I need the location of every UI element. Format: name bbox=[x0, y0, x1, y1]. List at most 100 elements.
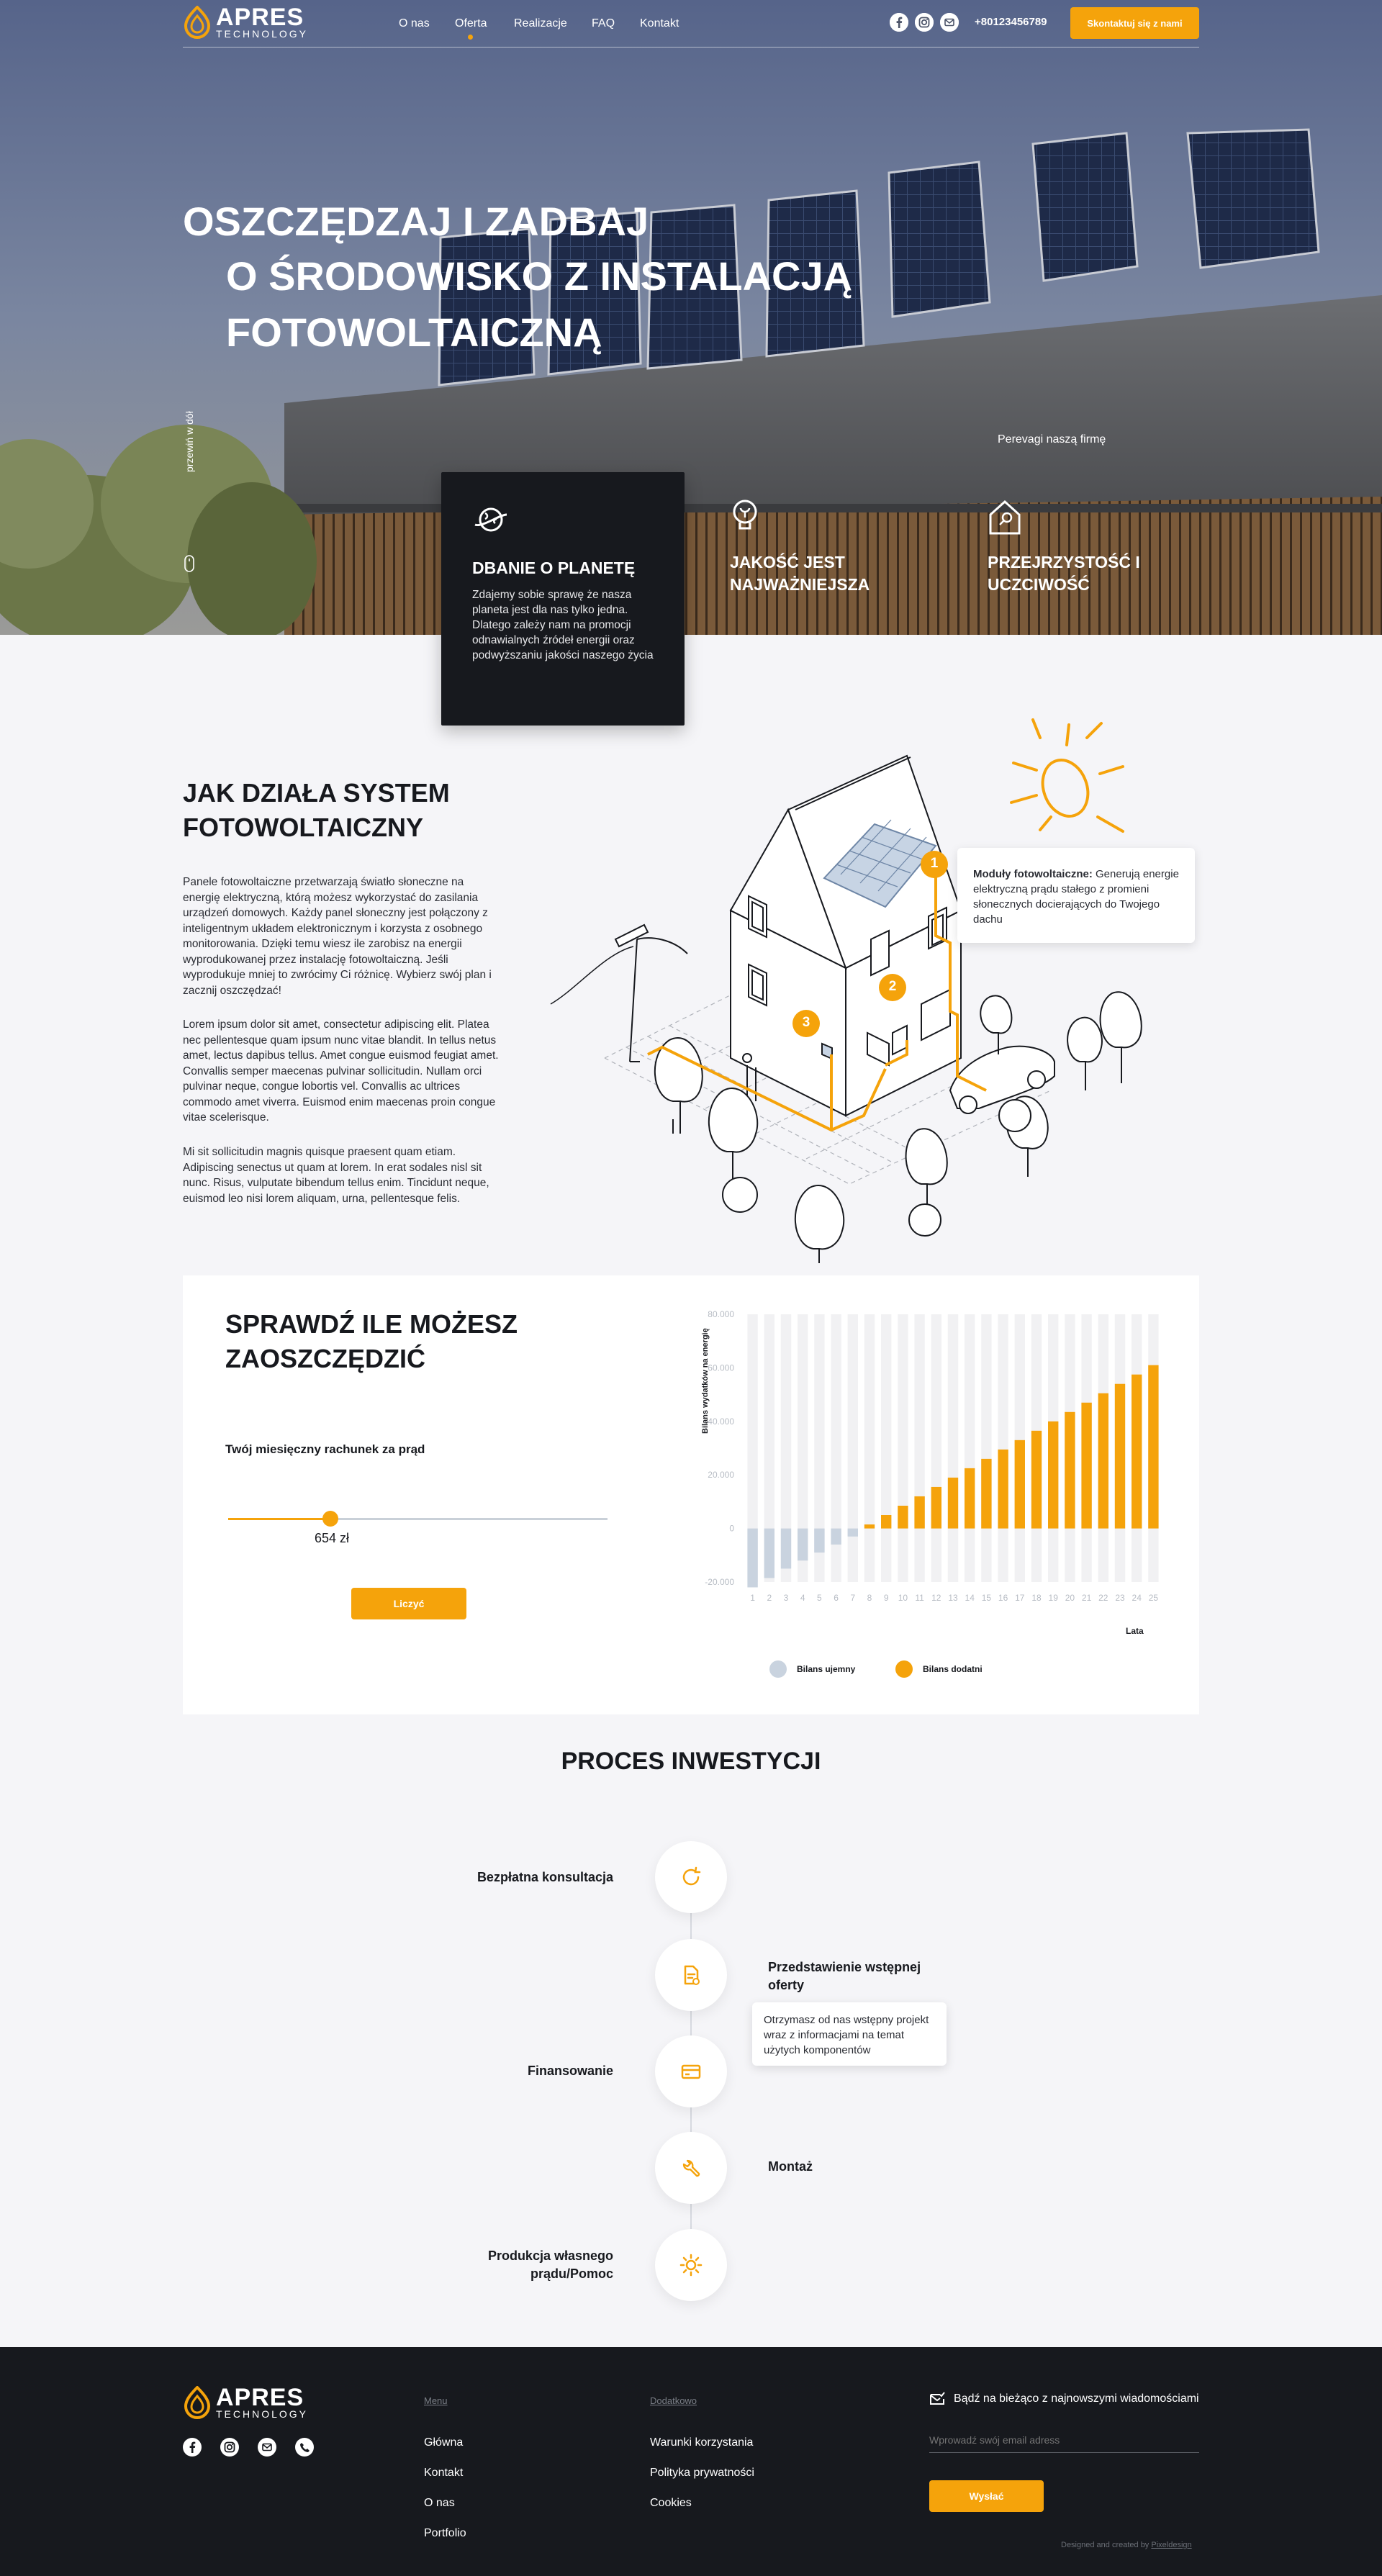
chart-bar bbox=[1114, 1383, 1126, 1529]
menu-item-kontakt[interactable]: Kontakt bbox=[640, 17, 679, 30]
hero-title-line-1: OSZCZĘDZAJ I ZADBAJ bbox=[183, 199, 649, 244]
feature-quality: JAKOŚĆ JEST NAJWAŻNIEJSZA bbox=[730, 499, 903, 596]
contact-button[interactable]: Skontaktuj się z nami bbox=[1070, 7, 1199, 39]
process-title: PROCES INWESTYCJI bbox=[561, 1748, 821, 1775]
instagram-icon[interactable] bbox=[220, 2438, 239, 2460]
menu-item-realizacje[interactable]: Realizacje bbox=[514, 17, 567, 30]
how-paragraph-1: Panele fotowoltaiczne przetwarzają świat… bbox=[183, 876, 492, 997]
step-offer-circle[interactable] bbox=[655, 1939, 727, 2011]
footer-link-kontakt[interactable]: Kontakt bbox=[424, 2467, 463, 2480]
email-icon[interactable] bbox=[940, 13, 959, 32]
chart-bar bbox=[1132, 1374, 1142, 1529]
y-tick-label: 40.000 bbox=[708, 1416, 734, 1427]
social-links bbox=[890, 13, 959, 32]
feature-transparency: PRZEJRZYSTOŚĆ I UCZCIWOŚĆ bbox=[988, 499, 1160, 596]
newsletter-email-input[interactable] bbox=[929, 2427, 1199, 2453]
footer-logo[interactable]: APRES TECHNOLOGY bbox=[183, 2384, 308, 2419]
logo[interactable]: APRES TECHNOLOGY bbox=[183, 4, 309, 40]
house-key-icon bbox=[989, 500, 1021, 535]
x-tick-label: 1 bbox=[750, 1593, 755, 1603]
step-consultation-circle[interactable] bbox=[655, 1841, 727, 1913]
x-tick-label: 12 bbox=[931, 1593, 941, 1603]
x-tick-label: 22 bbox=[1098, 1593, 1108, 1603]
how-title: JAK DZIAŁA SYSTEM FOTOWOLTAICZNY bbox=[183, 778, 450, 842]
chart-bar bbox=[764, 1528, 774, 1578]
bar-track bbox=[914, 1314, 925, 1582]
y-tick-label: 60.000 bbox=[708, 1362, 734, 1373]
x-tick-label: 2 bbox=[767, 1593, 772, 1603]
calculate-button[interactable]: Liczyć bbox=[351, 1588, 466, 1619]
marker-2[interactable]: 2 bbox=[888, 979, 898, 995]
step-finance-circle[interactable] bbox=[655, 2035, 727, 2107]
legend-positive: Bilans dodatni bbox=[895, 1660, 983, 1678]
bill-slider-thumb[interactable] bbox=[322, 1511, 339, 1527]
chart-bar bbox=[1048, 1421, 1059, 1529]
chart-bar bbox=[965, 1468, 975, 1529]
x-tick-label: 3 bbox=[784, 1593, 789, 1603]
module-tooltip: Moduły fotowoltaiczne: Generują energie … bbox=[957, 848, 1195, 943]
newsletter-send-button[interactable]: Wysłać bbox=[929, 2480, 1044, 2512]
chart-bar bbox=[931, 1486, 941, 1529]
instagram-icon[interactable] bbox=[915, 13, 934, 32]
step-install-circle[interactable] bbox=[655, 2132, 727, 2204]
step-consultation-label: Bezpłatna konsultacja bbox=[477, 1870, 613, 1884]
menu-item-oferta[interactable]: Oferta bbox=[455, 17, 487, 30]
chart-bar bbox=[1014, 1440, 1025, 1529]
x-tick-label: 17 bbox=[1015, 1593, 1025, 1603]
chart-bar bbox=[898, 1505, 908, 1529]
x-tick-label: 24 bbox=[1132, 1593, 1142, 1603]
bulb-icon bbox=[733, 500, 757, 530]
calculator-title: SPRAWDŹ ILE MOŻESZ ZAOSZCZĘDZIĆ bbox=[225, 1309, 518, 1373]
chart-bar bbox=[847, 1528, 858, 1537]
legend-negative-label: Bilans ujemny bbox=[797, 1664, 856, 1674]
phone-icon[interactable] bbox=[295, 2438, 314, 2460]
logo-name: APRES bbox=[216, 4, 304, 31]
x-tick-label: 13 bbox=[948, 1593, 958, 1603]
footer-logo-name: APRES bbox=[216, 2384, 304, 2411]
feature-planet-title: DBANIE O PLANETĘ bbox=[472, 559, 636, 577]
mail-check-icon bbox=[930, 2392, 945, 2405]
bar-track bbox=[981, 1314, 992, 1582]
newsletter-heading: Bądź na bieżąco z najnowszymi wiadomości… bbox=[929, 2392, 1199, 2406]
hero-title-line-2: O ŚRODOWISKO Z INSTALACJĄ bbox=[226, 253, 853, 299]
chart-bar bbox=[864, 1524, 875, 1529]
marker-1[interactable]: 1 bbox=[929, 856, 939, 872]
footer-link-o-nas[interactable]: O nas bbox=[424, 2497, 455, 2510]
footer-link-terms[interactable]: Warunki korzystania bbox=[650, 2436, 753, 2449]
footer-link-privacy[interactable]: Polityka prywatności bbox=[650, 2467, 754, 2480]
email-icon[interactable] bbox=[258, 2438, 276, 2460]
bar-track bbox=[898, 1314, 908, 1582]
scroll-hint[interactable]: przewiń w dół bbox=[184, 393, 195, 472]
footer-credit: Designed and created by Pixeldesign bbox=[1061, 2541, 1192, 2549]
step-production-label: Produkcja własnego prądu/Pomoc bbox=[487, 2249, 613, 2281]
footer-link-glowna[interactable]: Główna bbox=[424, 2436, 463, 2449]
phone-number[interactable]: +80123456789 bbox=[975, 16, 1047, 28]
menu-item-o-nas[interactable]: O nas bbox=[399, 17, 430, 30]
step-finance-label: Finansowanie bbox=[527, 2064, 613, 2078]
footer-link-portfolio[interactable]: Portfolio bbox=[424, 2527, 466, 2540]
footer-credit-link[interactable]: Pixeldesign bbox=[1151, 2541, 1191, 2549]
footer-link-cookies[interactable]: Cookies bbox=[650, 2497, 692, 2510]
marker-3[interactable]: 3 bbox=[801, 1015, 811, 1031]
footer-extra-title: Dodatkowo bbox=[650, 2395, 697, 2406]
y-tick-label: 20.000 bbox=[708, 1470, 734, 1480]
facebook-icon[interactable] bbox=[183, 2438, 202, 2460]
menu-item-faq[interactable]: FAQ bbox=[592, 17, 615, 30]
x-tick-label: 19 bbox=[1049, 1593, 1059, 1603]
x-tick-label: 21 bbox=[1082, 1593, 1092, 1603]
logo-tagline: TECHNOLOGY bbox=[216, 28, 309, 40]
step-production-circle[interactable] bbox=[655, 2229, 727, 2301]
chart-bar bbox=[831, 1528, 841, 1545]
chart-bar bbox=[914, 1496, 925, 1529]
y-tick-label: 80.000 bbox=[708, 1309, 734, 1319]
bill-label: Twój miesięczny rachunek za prąd bbox=[225, 1442, 425, 1456]
bar-track bbox=[947, 1314, 959, 1582]
bar-track bbox=[847, 1314, 858, 1582]
chart-bar bbox=[1081, 1402, 1092, 1529]
footer-menu-title: Menu bbox=[424, 2395, 448, 2406]
company-advantages-label: Perevagi naszą firmę bbox=[998, 433, 1106, 446]
facebook-icon[interactable] bbox=[890, 13, 908, 32]
legend-positive-swatch bbox=[895, 1660, 913, 1678]
bill-slider-track[interactable] bbox=[228, 1511, 608, 1527]
planet-icon bbox=[474, 507, 507, 532]
